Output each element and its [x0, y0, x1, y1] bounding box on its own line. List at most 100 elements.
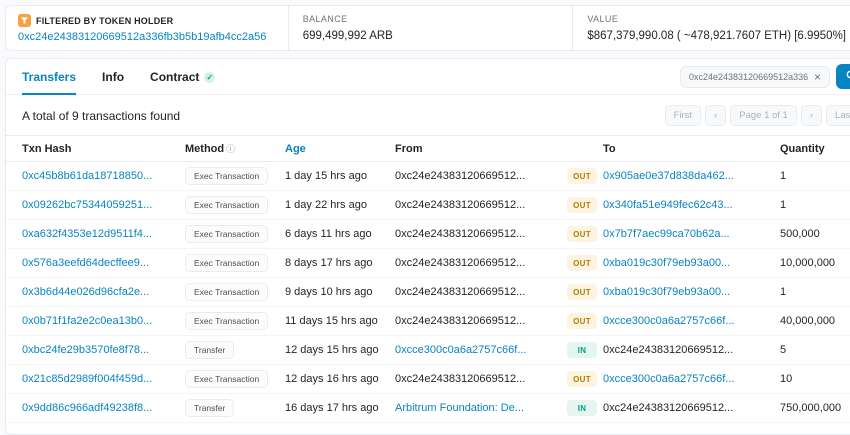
token-holder-bar: FILTERED BY TOKEN HOLDER 0xc24e243831206… — [5, 5, 850, 51]
verified-check-icon: ✓ — [204, 72, 215, 83]
table-row: 0x0b71f1fa2e2c0ea13b0... Exec Transactio… — [6, 307, 850, 336]
table-row: 0x21c85d2989f004f459d... Exec Transactio… — [6, 365, 850, 394]
direction-badge: OUT — [567, 197, 597, 213]
prev-page-button[interactable]: ‹ — [705, 105, 726, 126]
direction-badge: IN — [567, 342, 597, 358]
clear-filter-icon[interactable]: × — [814, 72, 821, 82]
to-address[interactable]: 0x340fa51e949fec62c43... — [603, 199, 733, 211]
txn-hash-link[interactable]: 0xbc24fe29b3570fe8f78... — [22, 344, 149, 356]
age-text: 6 days 11 hrs ago — [285, 228, 395, 240]
age-text: 11 days 15 hrs ago — [285, 315, 395, 327]
address-filter-input[interactable]: 0xc24e24383120669512a336fb3b... × — [680, 66, 830, 88]
search-icon — [846, 69, 850, 84]
col-quantity: Quantity — [780, 143, 850, 155]
table-row: 0x9dd86c966adf49238f8... Transfer 16 day… — [6, 394, 850, 423]
col-txn-hash: Txn Hash — [22, 143, 185, 155]
transactions-count: A total of 9 transactions found — [22, 109, 180, 123]
holder-address-link[interactable]: 0xc24e24383120669512a336fb3b5b19afb4cc2a… — [18, 31, 274, 43]
table-row: 0xbc24fe29b3570fe8f78... Transfer 12 day… — [6, 336, 850, 365]
to-address[interactable]: 0xba019c30f79eb93a00... — [603, 286, 730, 298]
method-info-icon[interactable]: ⓘ — [226, 144, 235, 154]
value-section: VALUE $867,379,990.08 ( ~478,921.7607 ET… — [573, 6, 850, 50]
to-address: 0xc24e24383120669512... — [603, 344, 733, 356]
method-badge[interactable]: Exec Transaction — [185, 312, 268, 330]
transfers-card: Transfers Info Contract ✓ 0xc24e24383120… — [5, 58, 850, 435]
quantity-value: 10 — [780, 373, 850, 385]
direction-badge: IN — [567, 400, 597, 416]
search-button[interactable] — [836, 64, 850, 89]
last-page-button[interactable]: Last — [826, 105, 850, 126]
to-address[interactable]: 0xcce300c0a6a2757c66f... — [603, 373, 735, 385]
direction-badge: OUT — [567, 284, 597, 300]
value-label: VALUE — [587, 14, 846, 24]
balance-section: BALANCE 699,499,992 ARB — [289, 6, 573, 50]
age-text: 12 days 16 hrs ago — [285, 373, 395, 385]
filtered-by-label: FILTERED BY TOKEN HOLDER — [36, 16, 173, 26]
method-badge[interactable]: Exec Transaction — [185, 225, 268, 243]
tab-contract[interactable]: Contract ✓ — [150, 59, 215, 95]
col-age[interactable]: Age — [285, 143, 395, 155]
from-address: 0xc24e24383120669512... — [395, 228, 525, 240]
tab-info[interactable]: Info — [102, 59, 124, 95]
table-row: 0x09262bc75344059251... Exec Transaction… — [6, 191, 850, 220]
method-badge[interactable]: Exec Transaction — [185, 196, 268, 214]
quantity-value: 1 — [780, 199, 850, 211]
quantity-value: 10,000,000 — [780, 257, 850, 269]
method-badge[interactable]: Exec Transaction — [185, 254, 268, 272]
table-body: 0xc45b8b61da18718850... Exec Transaction… — [6, 162, 850, 423]
age-text: 1 day 15 hrs ago — [285, 170, 395, 182]
quantity-value: 1 — [780, 286, 850, 298]
address-filter-area: 0xc24e24383120669512a336fb3b... × — [680, 64, 850, 89]
method-badge[interactable]: Exec Transaction — [185, 370, 268, 388]
to-address[interactable]: 0x7b7f7aec99ca70b62a... — [603, 228, 730, 240]
direction-badge: OUT — [567, 226, 597, 242]
from-address: 0xc24e24383120669512... — [395, 315, 525, 327]
method-badge[interactable]: Transfer — [185, 399, 234, 417]
direction-badge: OUT — [567, 255, 597, 271]
method-badge[interactable]: Exec Transaction — [185, 283, 268, 301]
txn-hash-link[interactable]: 0x9dd86c966adf49238f8... — [22, 402, 152, 414]
age-text: 16 days 17 hrs ago — [285, 402, 395, 414]
col-from: From — [395, 143, 567, 155]
next-page-button[interactable]: › — [801, 105, 822, 126]
txn-hash-link[interactable]: 0x3b6d44e026d96cfa2e... — [22, 286, 149, 298]
from-address: 0xc24e24383120669512... — [395, 199, 525, 211]
direction-badge: OUT — [567, 313, 597, 329]
age-text: 1 day 22 hrs ago — [285, 199, 395, 211]
from-address[interactable]: Arbitrum Foundation: De... — [395, 402, 524, 414]
balance-value: 699,499,992 ARB — [303, 30, 559, 42]
to-address: 0xc24e24383120669512... — [603, 402, 733, 414]
from-address: 0xc24e24383120669512... — [395, 170, 525, 182]
to-address[interactable]: 0xba019c30f79eb93a00... — [603, 257, 730, 269]
from-address: 0xc24e24383120669512... — [395, 257, 525, 269]
first-page-button[interactable]: First — [665, 105, 701, 126]
direction-badge: OUT — [567, 371, 597, 387]
filter-icon — [18, 14, 31, 27]
txn-hash-link[interactable]: 0x576a3eefd64decffee9... — [22, 257, 149, 269]
from-address: 0xc24e24383120669512... — [395, 373, 525, 385]
tabs-row: Transfers Info Contract ✓ 0xc24e24383120… — [6, 59, 850, 95]
table-row: 0x576a3eefd64decffee9... Exec Transactio… — [6, 249, 850, 278]
method-badge[interactable]: Exec Transaction — [185, 167, 268, 185]
quantity-value: 5 — [780, 344, 850, 356]
to-address[interactable]: 0xcce300c0a6a2757c66f... — [603, 315, 735, 327]
value-amount: $867,379,990.08 ( ~478,921.7607 ETH) [6.… — [587, 30, 846, 42]
txn-hash-link[interactable]: 0x21c85d2989f004f459d... — [22, 373, 152, 385]
balance-label: BALANCE — [303, 14, 559, 24]
txn-hash-link[interactable]: 0xc45b8b61da18718850... — [22, 170, 152, 182]
method-badge[interactable]: Transfer — [185, 341, 234, 359]
to-address[interactable]: 0x905ae0e37d838da462... — [603, 170, 734, 182]
txn-hash-link[interactable]: 0x09262bc75344059251... — [22, 199, 152, 211]
age-text: 12 days 15 hrs ago — [285, 344, 395, 356]
quantity-value: 40,000,000 — [780, 315, 850, 327]
summary-row: A total of 9 transactions found First ‹ … — [6, 95, 850, 135]
txn-hash-link[interactable]: 0x0b71f1fa2e2c0ea13b0... — [22, 315, 152, 327]
quantity-value: 750,000,000 — [780, 402, 850, 414]
tabs: Transfers Info Contract ✓ — [22, 59, 215, 94]
tab-transfers[interactable]: Transfers — [22, 59, 76, 95]
tab-contract-label: Contract — [150, 70, 199, 84]
txn-hash-link[interactable]: 0xa632f4353e12d9511f4... — [22, 228, 152, 240]
from-address[interactable]: 0xcce300c0a6a2757c66f... — [395, 344, 527, 356]
filtered-by-section: FILTERED BY TOKEN HOLDER 0xc24e243831206… — [6, 6, 288, 50]
table-row: 0xa632f4353e12d9511f4... Exec Transactio… — [6, 220, 850, 249]
